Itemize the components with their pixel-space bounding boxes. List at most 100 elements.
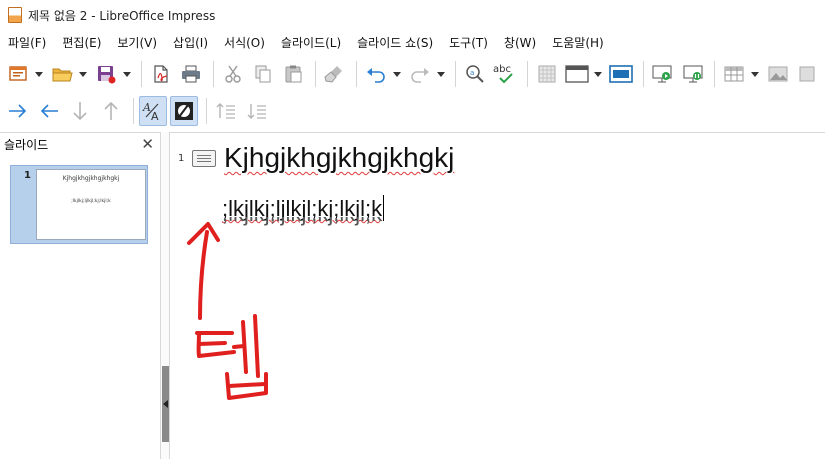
undo-button[interactable] (362, 59, 389, 89)
menu-format[interactable]: 서식(O) (216, 34, 273, 51)
menu-edit[interactable]: 편집(E) (54, 34, 109, 51)
collapse-icon (216, 103, 235, 119)
new-presentation-icon (8, 66, 27, 81)
paintbrush-icon (324, 66, 343, 83)
formatting-on-off-button[interactable]: AA (139, 96, 167, 126)
start-slideshow-icon (652, 65, 672, 83)
save-dropdown[interactable] (123, 59, 133, 89)
arrow-left-icon (40, 104, 58, 118)
start-from-current-button[interactable] (679, 59, 706, 89)
ghost-text-artifact: ;lkjlkj;ljlkjl;kj;lkjl;k (222, 217, 522, 231)
copy-icon (255, 65, 271, 83)
promote-button[interactable] (35, 96, 63, 126)
find-replace-button[interactable]: a (461, 59, 488, 89)
start-from-first-button[interactable] (649, 59, 676, 89)
clipboard-icon (285, 65, 302, 83)
pdf-icon (154, 65, 168, 83)
slide-preview[interactable]: Kjhgjkhgjkhgjkhgkj ;lkjlkj;ljlkjl;kj;lkj… (36, 169, 146, 240)
menu-slide-show[interactable]: 슬라이드 쇼(S) (349, 34, 441, 51)
svg-text:A: A (142, 101, 151, 114)
redo-icon (411, 68, 429, 83)
grid-icon (538, 65, 556, 83)
close-icon[interactable]: ✕ (141, 137, 154, 152)
start-current-slideshow-icon (683, 65, 703, 83)
undo-icon (366, 68, 385, 83)
black-white-icon (175, 102, 193, 120)
menu-tools[interactable]: 도구(T) (441, 34, 496, 51)
spellcheck-icon: abc (493, 64, 513, 84)
outline-view[interactable]: 1 Kjhgjkhgjkhgjkhgkj ;lkjlkj;ljlkjl;kj;l… (170, 132, 825, 459)
redo-button[interactable] (406, 59, 433, 89)
arrow-up-icon (104, 101, 118, 120)
toolbar-separator (356, 61, 358, 87)
outline-title-text[interactable]: Kjhgjkhgjkhgjkhgkj (224, 142, 454, 174)
export-pdf-button[interactable] (147, 59, 174, 89)
undo-dropdown[interactable] (392, 59, 402, 89)
display-grid-button[interactable] (533, 59, 560, 89)
insert-table-button[interactable] (720, 59, 747, 89)
save-button[interactable] (92, 59, 119, 89)
demote-button[interactable] (4, 96, 32, 126)
black-white-view-button[interactable] (170, 96, 198, 126)
new-document-dropdown[interactable] (34, 59, 44, 89)
media-icon (799, 66, 815, 82)
open-dropdown[interactable] (78, 59, 88, 89)
collapse-pane-handle[interactable] (162, 366, 169, 442)
scissors-icon (224, 65, 241, 83)
move-down-button[interactable] (66, 96, 94, 126)
slides-pane-header: 슬라이드 ✕ (0, 132, 160, 156)
table-icon (724, 66, 744, 82)
standard-toolbar: a abc (0, 56, 825, 92)
slide-thumbnail-selected[interactable]: 1 Kjhgjkhgjkhgjkhgkj ;lkjlkj;ljlkjl;kj;l… (10, 165, 148, 244)
redo-dropdown[interactable] (437, 59, 447, 89)
insert-image-button[interactable] (764, 59, 791, 89)
arrow-right-icon (9, 104, 27, 118)
slide-layout-dropdown[interactable] (594, 59, 604, 89)
font-format-icon: AA (142, 101, 159, 122)
all-levels-button[interactable] (243, 96, 271, 126)
move-up-button[interactable] (97, 96, 125, 126)
master-slide-button[interactable] (607, 59, 634, 89)
toolbar-separator (141, 61, 143, 87)
menu-window[interactable]: 창(W) (496, 34, 544, 51)
outline-slide-number: 1 (178, 153, 185, 164)
pane-splitter[interactable] (160, 132, 170, 459)
menu-file[interactable]: 파일(F) (0, 34, 54, 51)
layout-icon (565, 65, 589, 83)
copy-button[interactable] (249, 59, 276, 89)
toolbar-separator (455, 61, 457, 87)
save-icon (97, 66, 116, 84)
insert-media-button[interactable] (795, 59, 822, 89)
find-replace-icon: a (466, 65, 484, 83)
menu-slide[interactable]: 슬라이드(L) (273, 34, 349, 51)
slide-layout-button[interactable] (563, 59, 590, 89)
clone-formatting-button[interactable] (321, 59, 348, 89)
slides-pane: 1 Kjhgjkhgjkhgjkhgkj ;lkjlkj;ljlkjl;kj;l… (0, 156, 160, 459)
menu-bar: 파일(F) 편집(E) 보기(V) 삽입(I) 서식(O) 슬라이드(L) 슬라… (0, 30, 825, 54)
slides-pane-title: 슬라이드 (4, 138, 49, 152)
new-document-button[interactable] (4, 59, 31, 89)
toolbar-separator (314, 61, 316, 87)
folder-icon (52, 68, 73, 82)
toolbar-separator (206, 98, 207, 124)
slide-icon (192, 150, 216, 167)
insert-table-dropdown[interactable] (751, 59, 761, 89)
toolbar-separator (642, 61, 644, 87)
menu-view[interactable]: 보기(V) (109, 34, 165, 51)
printer-icon (182, 65, 201, 83)
title-bar: 제목 없음 2 - LibreOffice Impress (0, 0, 825, 30)
paste-button[interactable] (280, 59, 307, 89)
svg-text:abc: abc (493, 64, 511, 75)
first-level-button[interactable] (212, 96, 240, 126)
print-button[interactable] (178, 59, 205, 89)
open-button[interactable] (48, 59, 75, 89)
cut-button[interactable] (219, 59, 246, 89)
menu-help[interactable]: 도움말(H) (544, 34, 612, 51)
menu-insert[interactable]: 삽입(I) (165, 34, 216, 51)
spelling-button[interactable]: abc (492, 59, 519, 89)
toolbar-separator (133, 98, 134, 124)
toolbar-separator (212, 61, 214, 87)
toolbar-separator (526, 61, 528, 87)
ghost-text: ;lkjlkj;ljlkjl;kj;lkjl;k (222, 217, 522, 227)
slide-preview-body: ;lkjlkj;ljlkjl;kj;lkjl;k (71, 199, 111, 204)
